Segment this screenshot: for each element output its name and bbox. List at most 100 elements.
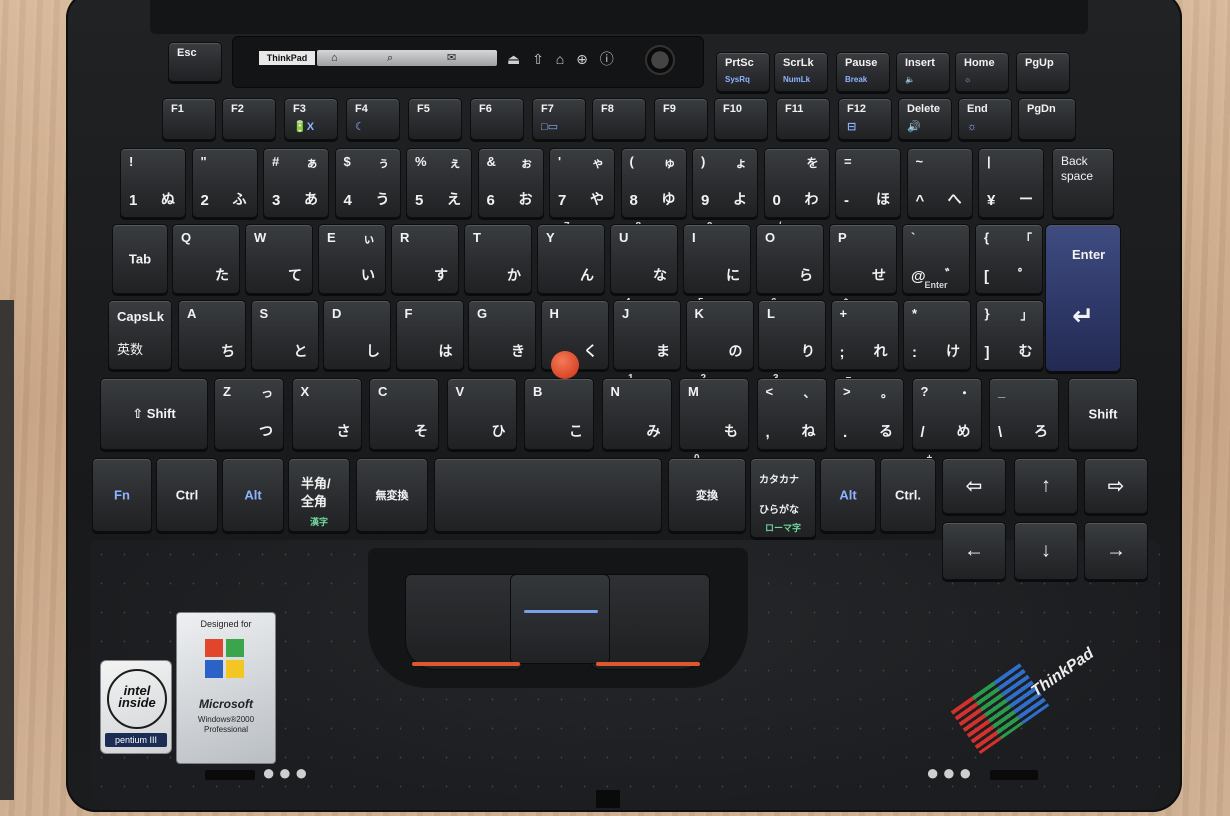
key-hankaku-zenkaku[interactable]: 半角/ 全角 漢字: [288, 458, 350, 532]
key-ctrl-right[interactable]: Ctrl.: [880, 458, 936, 532]
key-pgdn[interactable]: PgDn: [1018, 98, 1076, 140]
key-f4[interactable]: F4 ☾: [346, 98, 400, 140]
key-end[interactable]: End ☼: [958, 98, 1012, 140]
key-ctrl-left[interactable]: Ctrl: [156, 458, 218, 532]
key-+[interactable]: +;れ−: [830, 300, 899, 384]
key-w[interactable]: Wて: [245, 224, 313, 294]
key-f6[interactable]: F6: [470, 98, 524, 140]
key-f[interactable]: Fは: [395, 300, 464, 370]
key-num-7[interactable]: 'ゃ7や7: [549, 148, 615, 232]
key-g[interactable]: Gき: [468, 300, 536, 370]
trackpoint-middle-button[interactable]: [510, 574, 610, 664]
key-enter[interactable]: Enter ↵: [1045, 224, 1121, 372]
key-q[interactable]: Qた: [172, 224, 240, 294]
key-u[interactable]: Uな4: [610, 224, 678, 308]
key-}[interactable]: } 」] む: [975, 300, 1044, 370]
key-num-2[interactable]: " 2 ふ: [191, 148, 258, 218]
key-capslock[interactable]: CapsLk 英数: [108, 300, 172, 370]
key-f1[interactable]: F1: [162, 98, 216, 140]
key-f12[interactable]: F12 ⊟: [838, 98, 892, 140]
key-num-6[interactable]: & ぉ 6 お: [477, 148, 544, 218]
key-f11[interactable]: F11: [776, 98, 830, 140]
key-num--[interactable]: = - ほ: [835, 148, 901, 218]
key-?[interactable]: ?・/め+: [911, 378, 982, 464]
key-s[interactable]: Sと: [250, 300, 319, 370]
key-pause[interactable]: Pause Break: [836, 52, 890, 92]
key-shift-left[interactable]: ⇧ Shift: [100, 378, 208, 450]
key-f10[interactable]: F10: [714, 98, 768, 140]
trackpoint-left-button[interactable]: [405, 574, 525, 670]
key->[interactable]: >。.る.: [834, 378, 904, 464]
key-`[interactable]: ` @ ゛ Enter: [902, 224, 970, 294]
key-r[interactable]: Rす: [391, 224, 459, 294]
key-a[interactable]: Aち: [178, 300, 246, 370]
key-{[interactable]: {「 [゜: [975, 224, 1043, 294]
trackpoint-nub[interactable]: [551, 351, 579, 379]
key-label: F9: [663, 103, 676, 115]
key-num-8[interactable]: (ゅ8ゆ8: [620, 148, 687, 232]
home-icon[interactable]: ⌂: [331, 50, 338, 66]
key-muhenkan[interactable]: 無変換: [356, 458, 428, 532]
key-z[interactable]: Z っつ: [214, 378, 284, 450]
key-*[interactable]: *: け: [903, 300, 971, 370]
key-v[interactable]: Vひ: [446, 378, 517, 450]
key-delete[interactable]: Delete 🔊: [898, 98, 952, 140]
key-home[interactable]: Home ☼: [955, 52, 1009, 92]
key-left-arrow[interactable]: ←: [942, 522, 1006, 580]
key-f5[interactable]: F5: [408, 98, 462, 140]
key-y[interactable]: Yん: [537, 224, 605, 294]
key-kana[interactable]: カタカナ ひらがな ローマ字: [750, 458, 816, 538]
key-scrlk[interactable]: ScrLk NumLk: [774, 52, 828, 92]
key-shift-right[interactable]: Shift: [1068, 378, 1138, 450]
key-num-¥[interactable]: | ¥ ー: [978, 148, 1044, 218]
key-up-arrow[interactable]: ↑: [1014, 458, 1078, 514]
key-b[interactable]: Bこ: [524, 378, 594, 450]
key-esc[interactable]: Esc: [168, 42, 222, 82]
key-alt-left[interactable]: Alt: [222, 458, 284, 532]
key-num-5[interactable]: % ぇ 5 え: [406, 148, 472, 218]
key-f3[interactable]: F3 🔋X: [284, 98, 338, 140]
key-num-1[interactable]: ! 1 ぬ: [120, 148, 186, 218]
key-p[interactable]: Pせ*: [829, 224, 897, 308]
key-down-arrow[interactable]: ↓: [1014, 522, 1078, 580]
key-browser-forward[interactable]: ⇨: [1084, 458, 1148, 514]
key-c[interactable]: Cそ: [369, 378, 439, 450]
key-insert[interactable]: Insert 🔈: [896, 52, 950, 92]
key-j[interactable]: Jま1: [613, 300, 681, 384]
key-alt-right[interactable]: Alt: [820, 458, 876, 532]
key-space[interactable]: [434, 458, 662, 532]
power-button[interactable]: [645, 45, 675, 75]
key-f2[interactable]: F2: [222, 98, 276, 140]
key-num-^[interactable]: ~ ^ へ: [906, 148, 973, 218]
search-icon[interactable]: ⌕: [387, 50, 393, 66]
key-k[interactable]: Kの2: [685, 300, 754, 384]
key-<[interactable]: < 、, ね: [756, 378, 827, 450]
key-backspace[interactable]: Back space: [1052, 148, 1114, 218]
key-o[interactable]: Oら6: [756, 224, 824, 308]
key-num-9[interactable]: )ょ9よ9: [692, 148, 758, 232]
key-henkan[interactable]: 変換: [668, 458, 746, 532]
key-tab[interactable]: Tab: [112, 224, 168, 294]
key-e[interactable]: E ぃい: [318, 224, 386, 294]
key-browser-back[interactable]: ⇦: [942, 458, 1006, 514]
key-x[interactable]: Xさ: [291, 378, 362, 450]
key-l[interactable]: Lり3: [758, 300, 826, 384]
key-fn[interactable]: Fn: [92, 458, 152, 532]
key-prtsc[interactable]: PrtSc SysRq: [716, 52, 770, 92]
key-right-arrow[interactable]: →: [1084, 522, 1148, 580]
key-i[interactable]: Iに5: [683, 224, 751, 308]
key-_[interactable]: _ \ ろ: [989, 378, 1059, 450]
key-num-3[interactable]: # ぁ 3 あ: [263, 148, 329, 218]
access-button-strip[interactable]: ⌂ ⌕ ✉: [317, 50, 497, 66]
key-f7[interactable]: F7 □▭: [532, 98, 586, 140]
key-f8[interactable]: F8: [592, 98, 646, 140]
key-num-4[interactable]: $ ぅ 4 う: [334, 148, 401, 218]
key-d[interactable]: Dし: [323, 300, 391, 370]
key-n[interactable]: Nみ: [601, 378, 672, 450]
key-num-0[interactable]: を0わ/: [763, 148, 830, 232]
key-m[interactable]: Mも0: [679, 378, 749, 464]
key-t[interactable]: Tか: [464, 224, 532, 294]
mail-icon[interactable]: ✉: [447, 50, 456, 66]
key-pgup[interactable]: PgUp: [1016, 52, 1070, 92]
key-f9[interactable]: F9: [654, 98, 708, 140]
